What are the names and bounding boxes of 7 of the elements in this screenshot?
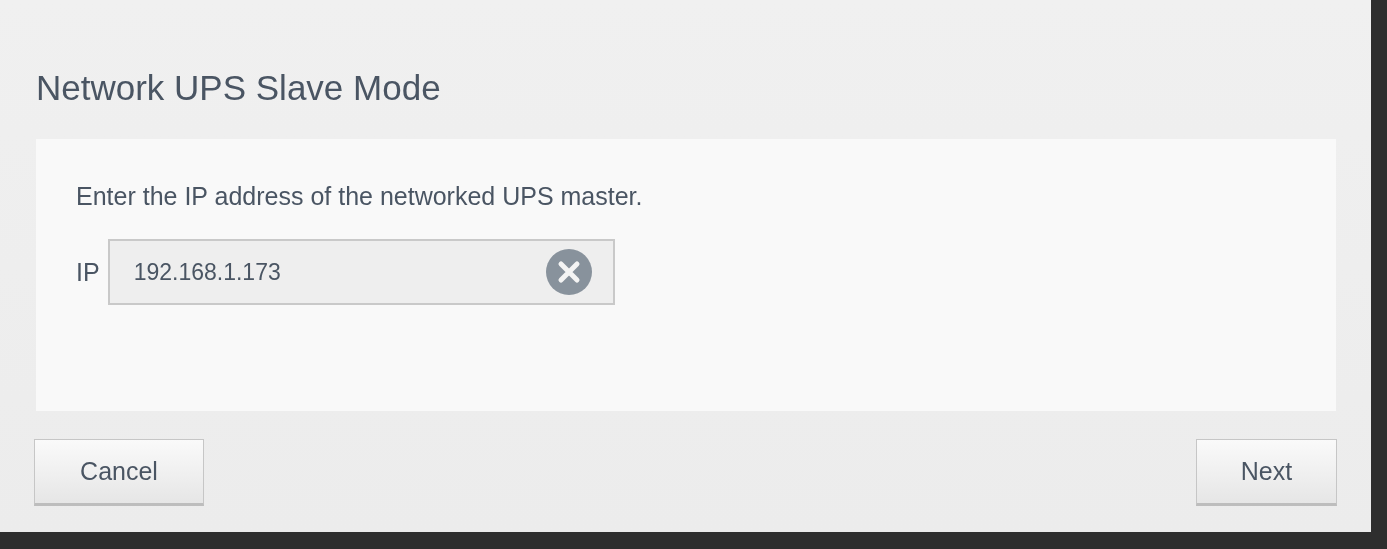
instruction-text: Enter the IP address of the networked UPS master. — [76, 181, 644, 212]
clear-icon[interactable] — [544, 248, 593, 296]
ip-label: IP — [76, 257, 100, 287]
cancel-button[interactable]: Cancel — [34, 439, 204, 506]
ip-input-field[interactable]: 192.168.1.173 — [107, 239, 615, 305]
page-title: Network UPS Slave Mode — [36, 67, 442, 109]
next-button[interactable]: Next — [1196, 439, 1337, 506]
